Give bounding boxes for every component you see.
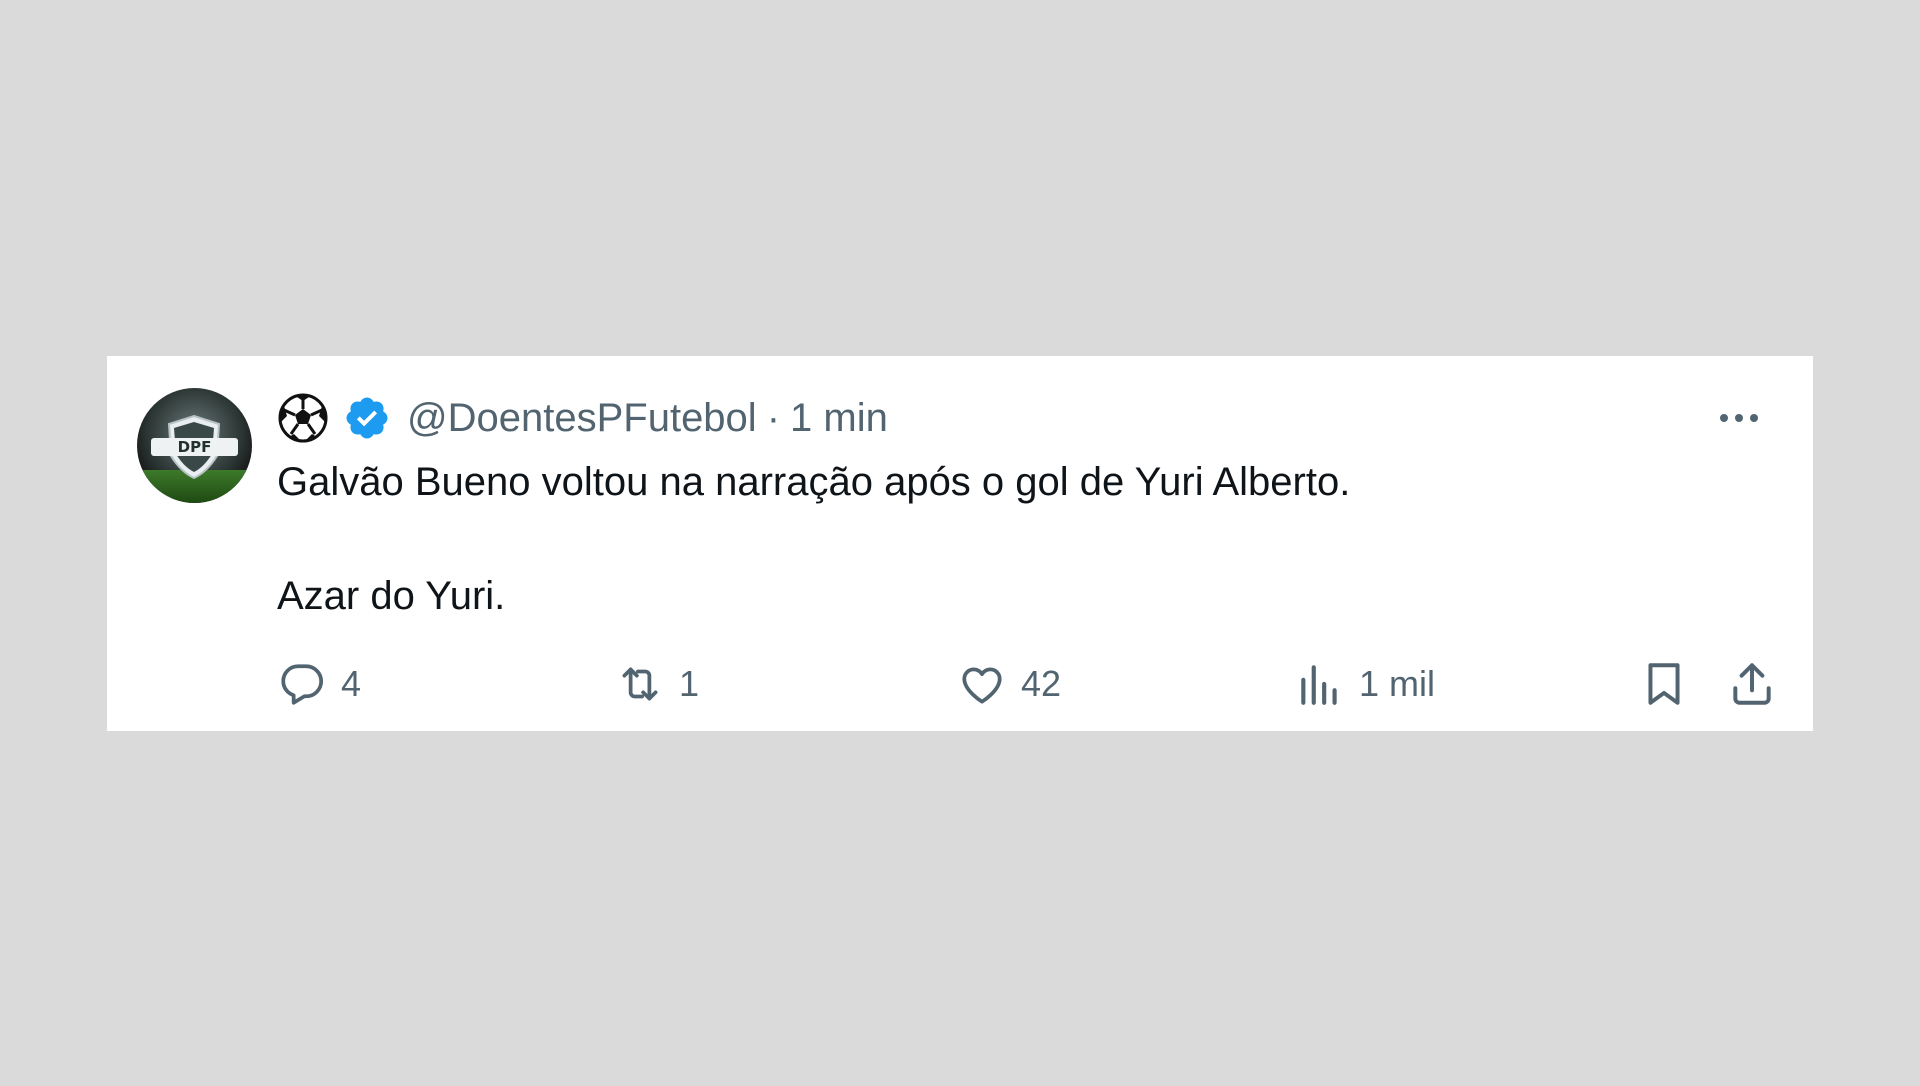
retweet-icon: [622, 667, 658, 701]
heart-icon: [962, 667, 1002, 704]
avatar-label: DPF: [178, 438, 212, 456]
like-button[interactable]: 42: [957, 656, 1061, 712]
analytics-icon: [1301, 665, 1337, 705]
tweet-content: @DoentesPFutebol · 1 min Galvão Bueno vo…: [277, 390, 1783, 625]
views-button[interactable]: 1 mil: [1295, 656, 1435, 712]
tweet-timestamp[interactable]: 1 min: [790, 396, 888, 441]
bookmark-button[interactable]: [1639, 656, 1689, 712]
retweet-count: 1: [679, 663, 700, 704]
reply-icon: [281, 664, 323, 705]
share-icon: [1733, 663, 1771, 705]
avatar-image: DPF: [137, 388, 252, 503]
tweet-text: Galvão Bueno voltou na narração após o g…: [277, 454, 1783, 625]
like-count: 42: [1021, 663, 1062, 704]
tweet-actions: 4 1 42 1 mil: [277, 656, 1777, 712]
reply-button[interactable]: 4: [277, 656, 361, 712]
verified-badge-icon: [343, 394, 391, 442]
more-options-icon[interactable]: [1715, 400, 1763, 436]
avatar[interactable]: DPF: [137, 388, 252, 503]
reply-count: 4: [341, 663, 362, 704]
views-count: 1 mil: [1359, 663, 1436, 704]
tweet-text-line: Azar do Yuri.: [277, 574, 506, 618]
tweet-text-line: Galvão Bueno voltou na narração após o g…: [277, 460, 1351, 504]
retweet-button[interactable]: 1: [615, 656, 699, 712]
tweet-header: @DoentesPFutebol · 1 min: [277, 390, 1783, 446]
tweet-card[interactable]: DPF @DoentesPFutebol · 1 min Galvão Buen…: [107, 356, 1813, 731]
soccer-ball-icon: [277, 392, 329, 444]
user-handle[interactable]: @DoentesPFutebol: [407, 396, 757, 441]
share-button[interactable]: [1727, 656, 1777, 712]
separator-dot: ·: [766, 395, 781, 440]
bookmark-icon: [1648, 663, 1680, 705]
